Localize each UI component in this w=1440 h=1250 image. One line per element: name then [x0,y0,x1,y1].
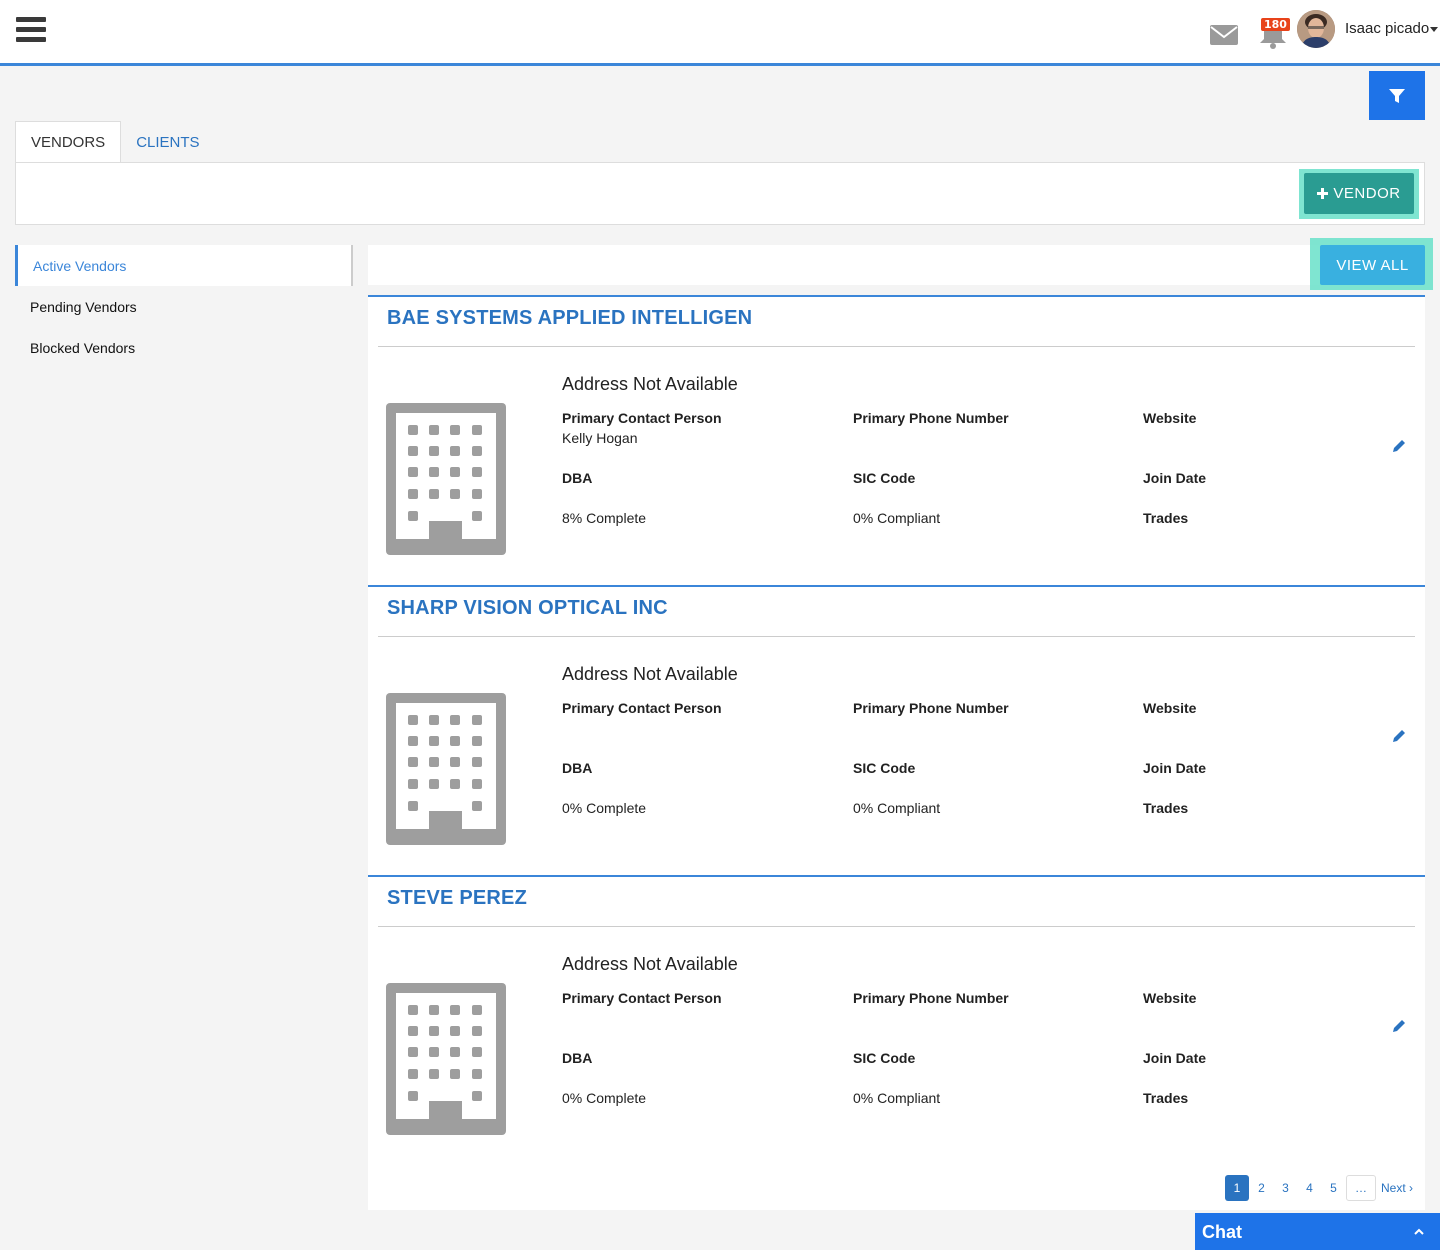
avatar[interactable] [1297,10,1335,48]
view-all-button[interactable]: VIEW ALL [1320,245,1425,285]
pagination: 1 2 3 4 5 … Next › [1224,1175,1417,1201]
website-label: Website [1143,700,1197,716]
sic-code-label: SIC Code [853,760,916,776]
dba-label: DBA [562,1050,593,1066]
sidebar-item-blocked-vendors[interactable]: Blocked Vendors [15,327,353,368]
page-1-link[interactable]: 1 [1224,1175,1249,1201]
trades-label: Trades [1143,1090,1189,1106]
compliance-status: 0% Compliant [853,800,941,816]
envelope-icon[interactable] [1209,24,1239,46]
building-icon [386,693,506,845]
notifications-button[interactable]: 180 [1256,16,1290,50]
sidebar-item-pending-vendors[interactable]: Pending Vendors [15,286,353,327]
page-4-link[interactable]: 4 [1298,1175,1321,1201]
primary-contact-label: Primary Contact Person [562,410,722,426]
completion-status: 0% Complete [562,1090,647,1106]
next-page-link[interactable]: Next › [1377,1175,1417,1201]
add-vendor-button[interactable]: VENDOR [1304,173,1414,214]
compliance-status: 0% Compliant [853,510,941,526]
filter-icon [1389,88,1405,103]
user-name[interactable]: Isaac picado [1345,20,1429,37]
add-vendor-label: VENDOR [1333,185,1401,202]
vendor-address: Address Not Available [562,374,738,394]
sic-code-label: SIC Code [853,1050,916,1066]
primary-phone-label: Primary Phone Number [853,410,1009,426]
vendor-card: SHARP VISION OPTICAL INC Address Not Ava… [368,585,1425,875]
top-navbar: 180 Isaac picado [0,0,1440,66]
website-label: Website [1143,410,1197,426]
page-5-link[interactable]: 5 [1322,1175,1345,1201]
dba-label: DBA [562,760,593,776]
page-3-link[interactable]: 3 [1274,1175,1297,1201]
hamburger-icon[interactable] [16,17,46,45]
divider [378,346,1415,347]
compliance-status: 0% Compliant [853,1090,941,1106]
chat-widget[interactable]: Chat [1195,1213,1440,1250]
pencil-icon[interactable] [1391,1018,1407,1034]
content-header [368,245,1425,285]
chat-label: Chat [1202,1222,1242,1242]
building-icon [386,403,506,555]
join-date-label: Join Date [1143,760,1207,776]
vendor-name[interactable]: SHARP VISION OPTICAL INC [387,597,668,620]
plus-icon [1317,188,1329,199]
completion-status: 8% Complete [562,510,647,526]
divider [378,636,1415,637]
caret-down-icon[interactable] [1430,27,1438,32]
vendor-name[interactable]: BAE SYSTEMS APPLIED INTELLIGEN [387,307,752,330]
tab-bar: VENDORS CLIENTS [15,121,215,163]
join-date-label: Join Date [1143,470,1207,486]
primary-contact-label: Primary Contact Person [562,700,722,716]
building-icon [386,983,506,1135]
divider [378,926,1415,927]
dba-label: DBA [562,470,593,486]
primary-phone-label: Primary Phone Number [853,700,1009,716]
pencil-icon[interactable] [1391,438,1407,454]
page-ellipsis[interactable]: … [1345,1175,1376,1201]
chevron-up-icon[interactable] [1414,1227,1424,1237]
pencil-icon[interactable] [1391,728,1407,744]
primary-contact-label: Primary Contact Person [562,990,722,1006]
vendor-address: Address Not Available [562,664,738,684]
tab-clients[interactable]: CLIENTS [121,121,214,163]
website-label: Website [1143,990,1197,1006]
primary-contact-value: Kelly Hogan [562,430,638,446]
notification-count-badge: 180 [1261,18,1290,31]
join-date-label: Join Date [1143,1050,1207,1066]
pagination-bar: 1 2 3 4 5 … Next › [368,1165,1425,1210]
primary-phone-label: Primary Phone Number [853,990,1009,1006]
page-2-link[interactable]: 2 [1250,1175,1273,1201]
trades-label: Trades [1143,800,1189,816]
vendor-status-sidebar: Active Vendors Pending Vendors Blocked V… [15,245,353,368]
vendor-address: Address Not Available [562,954,738,974]
sidebar-item-active-vendors[interactable]: Active Vendors [15,245,353,286]
vendor-card: BAE SYSTEMS APPLIED INTELLIGEN Address N… [368,295,1425,585]
tab-panel [15,162,1425,225]
completion-status: 0% Complete [562,800,647,816]
tab-vendors[interactable]: VENDORS [15,121,122,163]
vendor-name[interactable]: STEVE PEREZ [387,887,527,910]
sic-code-label: SIC Code [853,470,916,486]
vendor-card: STEVE PEREZ Address Not Available Primar… [368,875,1425,1165]
filter-button[interactable] [1369,71,1425,120]
trades-label: Trades [1143,510,1189,526]
